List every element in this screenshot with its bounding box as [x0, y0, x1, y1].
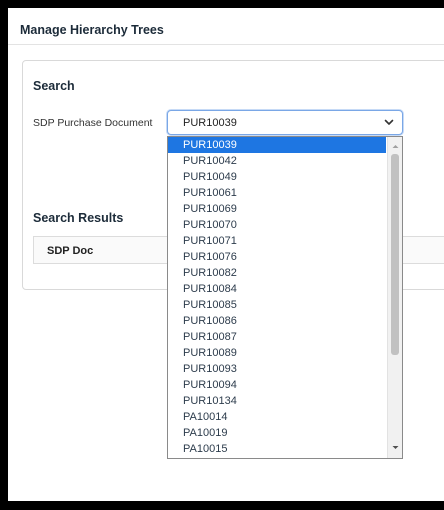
dropdown-option[interactable]: PUR10069: [168, 201, 386, 217]
dropdown-option[interactable]: PUR10093: [168, 361, 386, 377]
dropdown-option[interactable]: PUR10061: [168, 185, 386, 201]
dropdown-option[interactable]: PUR10076: [168, 249, 386, 265]
dropdown-option[interactable]: PA10015: [168, 441, 386, 457]
dropdown-option[interactable]: PUR10071: [168, 233, 386, 249]
sdp-purchase-document-label: SDP Purchase Document: [33, 117, 153, 129]
dropdown-option[interactable]: PUR10084: [168, 281, 386, 297]
scrollbar-thumb[interactable]: [391, 154, 399, 355]
dropdown-option[interactable]: PUR10087: [168, 329, 386, 345]
dropdown-option[interactable]: PA10014: [168, 409, 386, 425]
chevron-down-icon: [384, 119, 394, 125]
page-title: Manage Hierarchy Trees: [20, 23, 164, 37]
dropdown-option-selected[interactable]: PUR10039: [168, 137, 386, 153]
dropdown-option[interactable]: PUR10086: [168, 313, 386, 329]
search-results-heading: Search Results: [33, 211, 124, 225]
dropdown-option[interactable]: PUR10094: [168, 377, 386, 393]
dropdown-option[interactable]: PUR10070: [168, 217, 386, 233]
sdp-purchase-document-dropdown-list[interactable]: PUR10039 PUR10042 PUR10049 PUR10061 PUR1…: [167, 136, 403, 459]
scroll-up-arrow-icon[interactable]: [391, 142, 400, 151]
dropdown-option[interactable]: PUR10082: [168, 265, 386, 281]
dropdown-option[interactable]: PUR10049: [168, 169, 386, 185]
dropdown-scrollbar[interactable]: [387, 137, 402, 458]
dropdown-option[interactable]: PUR10085: [168, 297, 386, 313]
dropdown-option[interactable]: PUR10042: [168, 153, 386, 169]
column-header-sdp-doc[interactable]: SDP Doc: [47, 245, 93, 257]
scroll-down-arrow-icon[interactable]: [391, 443, 400, 452]
dropdown-option[interactable]: PUR10089: [168, 345, 386, 361]
title-divider: [8, 44, 444, 45]
search-heading: Search: [33, 79, 75, 93]
sdp-purchase-document-select[interactable]: PUR10039: [167, 110, 403, 135]
dropdown-option[interactable]: PA10019: [168, 425, 386, 441]
dropdown-option[interactable]: PUR10134: [168, 393, 386, 409]
select-current-value: PUR10039: [183, 117, 237, 129]
